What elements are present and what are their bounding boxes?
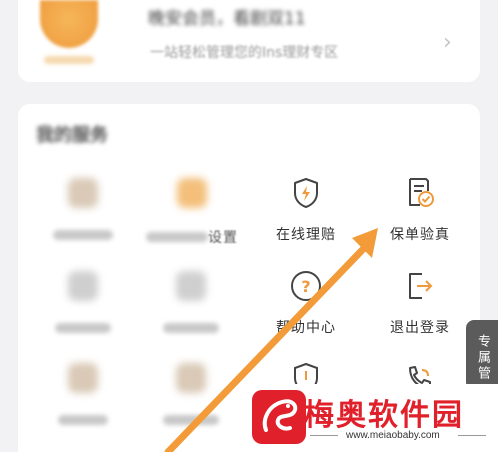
- divider: [310, 435, 338, 436]
- service-tile-blurred-5[interactable]: [48, 360, 118, 425]
- blurred-icon: [68, 271, 98, 301]
- blurred-label: [53, 230, 113, 240]
- blurred-icon: [177, 178, 207, 208]
- blurred-icon: [68, 363, 98, 393]
- chevron-right-icon[interactable]: ›: [443, 30, 452, 55]
- blurred-icon: [176, 271, 206, 301]
- service-tile-help-center[interactable]: ? 帮助中心: [268, 268, 344, 337]
- divider: [458, 435, 486, 436]
- svg-text:?: ?: [301, 277, 310, 296]
- blurred-label: [58, 415, 108, 425]
- service-tile-online-claims[interactable]: 在线理赔: [268, 175, 344, 244]
- service-tile-blurred-2[interactable]: 设置: [140, 175, 244, 247]
- blurred-label: [163, 323, 219, 333]
- watermark-url: www.meiaobaby.com: [346, 430, 440, 441]
- tile-label: 帮助中心: [276, 320, 336, 336]
- user-subtitle: 一站轻松管理您的Ins理财专区: [150, 45, 339, 61]
- service-tile-blurred-4[interactable]: [156, 268, 226, 333]
- service-tile-logout[interactable]: 退出登录: [382, 268, 458, 337]
- watermark: 梅奥软件园 www.meiaobaby.com: [246, 384, 498, 452]
- tile-label: 退出登录: [390, 320, 450, 336]
- shield-lightning-icon: [288, 175, 324, 211]
- exclusive-manager-tab[interactable]: 专属管: [466, 320, 498, 390]
- document-check-icon: [402, 175, 438, 211]
- service-tile-blurred-6[interactable]: [156, 360, 226, 425]
- blurred-icon: [68, 178, 98, 208]
- tile-label-tail: 设置: [208, 230, 238, 246]
- service-tile-policy-verify[interactable]: 保单验真: [382, 175, 458, 244]
- blurred-label: [55, 323, 111, 333]
- service-tile-blurred-1[interactable]: [48, 175, 118, 240]
- blurred-label: [163, 415, 219, 425]
- dragon-logo-icon: [252, 390, 306, 444]
- blurred-icon: [176, 363, 206, 393]
- logout-icon: [402, 268, 438, 304]
- tile-label: 在线理赔: [276, 227, 336, 243]
- help-circle-icon: ?: [288, 268, 324, 304]
- avatar-badge: [44, 56, 94, 64]
- service-tile-blurred-3[interactable]: [48, 268, 118, 333]
- user-greeting: 晚安会员，看剧双11: [148, 9, 306, 29]
- blurred-label: [146, 232, 208, 242]
- watermark-title: 梅奥软件园: [304, 398, 464, 433]
- section-title: 我的服务: [36, 125, 108, 146]
- tile-label: 保单验真: [390, 227, 450, 243]
